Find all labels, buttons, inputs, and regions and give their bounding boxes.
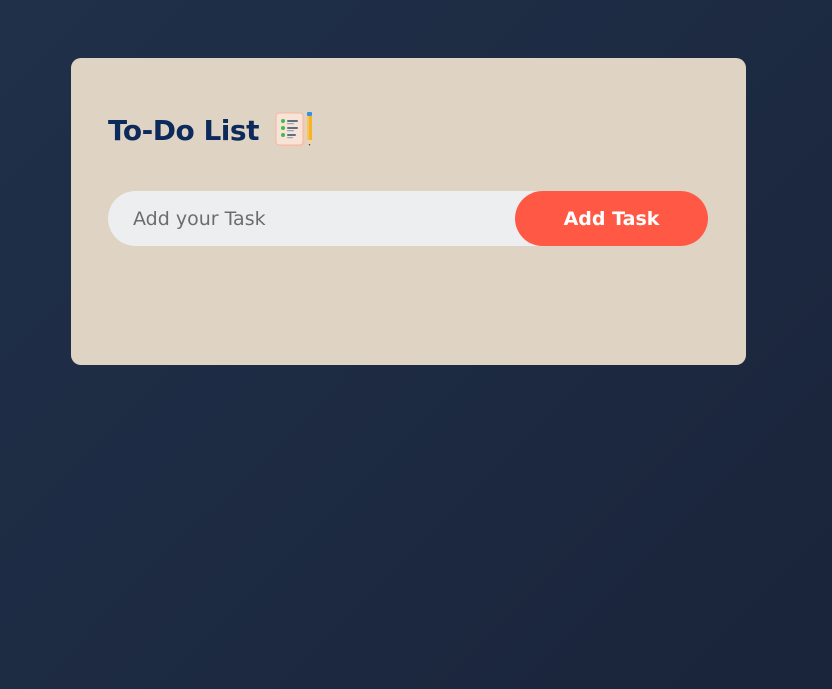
todo-card: To-Do List Add your Task Add Task	[71, 58, 746, 365]
task-form: Add Task	[108, 191, 708, 246]
page-title: To-Do List	[108, 114, 259, 147]
add-task-button[interactable]: Add Task	[515, 191, 708, 246]
header: To-Do List	[108, 110, 315, 152]
notepad-checklist-icon	[275, 111, 315, 149]
task-input[interactable]	[108, 191, 515, 246]
